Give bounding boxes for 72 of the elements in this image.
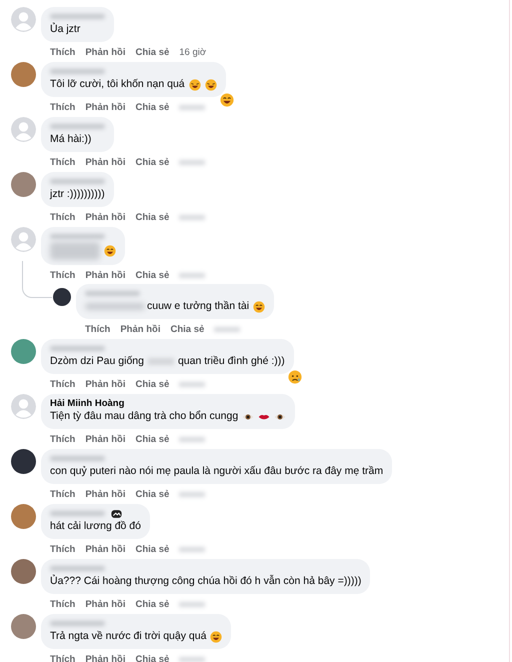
laughing-emoji-icon	[204, 78, 217, 90]
grinning-emoji-icon	[253, 300, 266, 312]
blurred-timestamp	[214, 326, 240, 332]
comment-text: Tôi lỡ cười, tôi khốn nạn quá	[50, 77, 185, 92]
like-link[interactable]: Thích	[50, 46, 76, 58]
like-link[interactable]: Thích	[50, 102, 76, 112]
share-link[interactable]: Chia sẻ	[135, 46, 170, 58]
share-link[interactable]: Chia sẻ	[135, 212, 170, 222]
share-link[interactable]: Chia sẻ	[135, 598, 170, 610]
reply-link[interactable]: Phản hồi	[85, 654, 126, 662]
reply-link[interactable]: Phản hồi	[85, 102, 126, 112]
comment-text: con quỷ puteri nào nói mẹ paula là người xấu đâu bước ra đây mẹ trầm	[50, 464, 384, 479]
comment-text: cuuw e tưởng thần tài	[147, 299, 250, 314]
share-link[interactable]: Chia sẻ	[135, 654, 170, 662]
reply-link[interactable]: Phản hồi	[85, 156, 126, 168]
commenter-name[interactable]: Hải Miinh Hoàng	[50, 398, 286, 409]
blurred-timestamp	[179, 656, 206, 662]
reply-link[interactable]: Phản hồi	[85, 544, 126, 554]
laughing-emoji-icon	[188, 78, 201, 90]
like-link[interactable]: Thích	[85, 324, 110, 334]
like-link[interactable]: Thích	[50, 378, 76, 390]
blurred-timestamp	[179, 272, 206, 278]
comment-text: Ủa jztr	[50, 22, 80, 37]
grinning-emoji-icon	[104, 245, 116, 257]
blurred-timestamp	[179, 436, 206, 442]
share-link[interactable]: Chia sẻ	[135, 434, 170, 444]
comment-text: hát cải lương đồ đó	[50, 519, 141, 534]
blurred-timestamp	[179, 492, 206, 496]
blurred-timestamp	[179, 160, 206, 164]
reply-link[interactable]: Phản hồi	[85, 212, 126, 222]
reply-link[interactable]: Phản hồi	[85, 46, 126, 58]
comment-text: Ủa??? Cái hoàng thượng công chúa hồi đó h vẫn còn hả bây =)))))	[50, 574, 362, 589]
crying-emoji-icon	[288, 370, 302, 384]
like-link[interactable]: Thích	[50, 544, 76, 554]
share-link[interactable]: Chia sẻ	[135, 378, 170, 390]
blurred-timestamp	[179, 382, 206, 386]
timestamp[interactable]: 16 giờ	[179, 46, 206, 58]
like-link[interactable]: Thích	[50, 654, 76, 662]
reply-link[interactable]: Phản hồi	[85, 270, 126, 280]
thread-connector-line	[22, 261, 52, 298]
like-link[interactable]: Thích	[50, 156, 76, 168]
reply-link[interactable]: Phản hồi	[85, 378, 126, 390]
blurred-timestamp	[179, 602, 206, 606]
share-link[interactable]: Chia sẻ	[135, 102, 170, 112]
like-link[interactable]: Thích	[50, 488, 76, 500]
comment-text: Trả ngta về nước đi trời quậy quá	[50, 629, 206, 644]
comment-text: Tiện tỳ đâu mau dâng trà cho bổn cungg	[50, 409, 238, 424]
grinning-emoji-icon	[220, 93, 234, 107]
grinning-emoji-icon	[210, 630, 222, 642]
like-link[interactable]: Thích	[50, 434, 76, 444]
comment-text: jztr :))))))))))	[50, 187, 105, 202]
comment-text: quan triều đình ghé :)))	[178, 354, 285, 369]
like-link[interactable]: Thích	[50, 598, 76, 610]
blurred-timestamp	[179, 214, 206, 220]
avatar[interactable]	[11, 449, 36, 474]
share-link[interactable]: Chia sẻ	[135, 270, 170, 280]
reply-link[interactable]: Phản hồi	[85, 598, 126, 610]
share-link[interactable]: Chia sẻ	[135, 156, 170, 168]
blurred-timestamp	[179, 546, 206, 552]
reply-link[interactable]: Phản hồi	[85, 434, 126, 444]
reply-link[interactable]: Phản hồi	[85, 488, 126, 500]
like-link[interactable]: Thích	[50, 212, 76, 222]
share-link[interactable]: Chia sẻ	[135, 488, 170, 500]
like-link[interactable]: Thích	[50, 270, 76, 280]
blurred-timestamp	[179, 104, 206, 110]
share-link[interactable]: Chia sẻ	[135, 544, 170, 554]
avatar[interactable]	[53, 288, 71, 306]
reply-link[interactable]: Phản hồi	[120, 324, 160, 334]
comment-text: Má hài:))	[50, 132, 92, 147]
comment-text: Dzòm dzi Pau giống	[50, 354, 144, 369]
blurred-text	[148, 358, 174, 365]
share-link[interactable]: Chia sẻ	[170, 324, 204, 334]
